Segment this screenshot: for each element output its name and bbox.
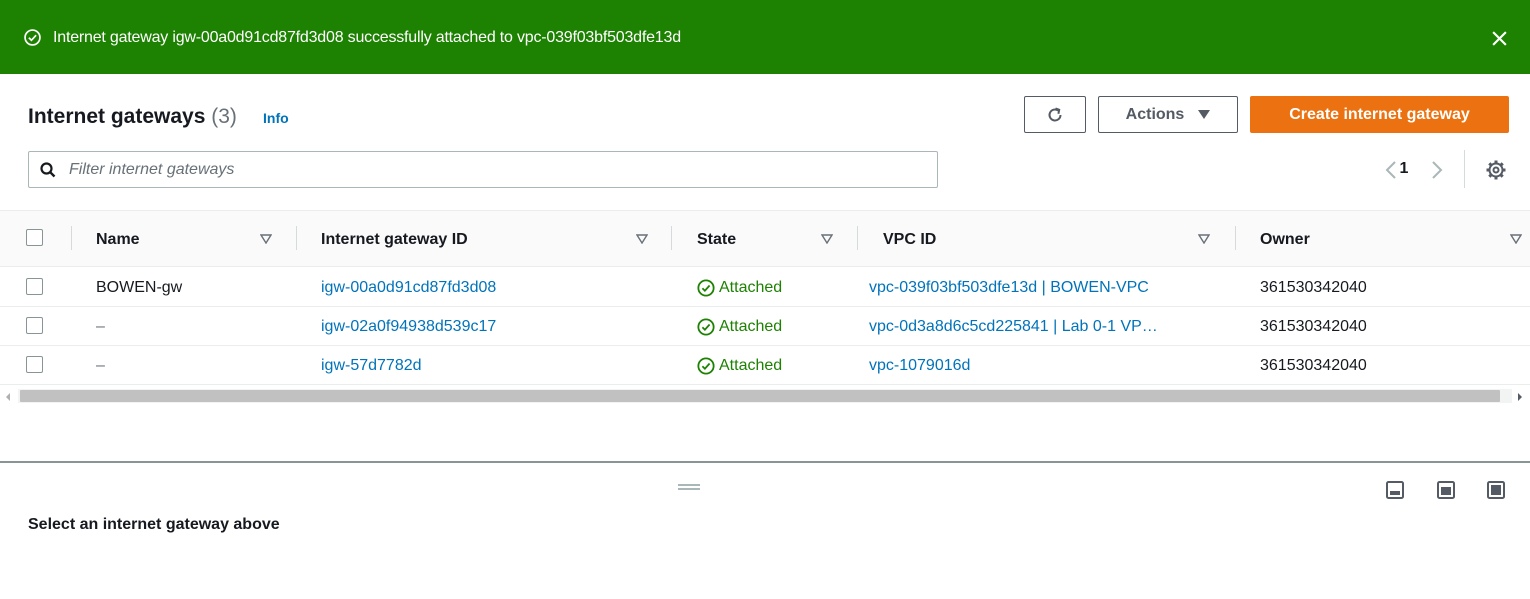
- flash-message: Internet gateway igw-00a0d91cd87fd3d08 s…: [53, 29, 681, 46]
- refresh-button[interactable]: [1024, 96, 1086, 133]
- column-header-name[interactable]: Name: [96, 230, 140, 250]
- refresh-icon: [1048, 107, 1062, 121]
- filter-search: [28, 151, 938, 188]
- cell-name: –: [96, 318, 105, 335]
- column-header-gateway-id[interactable]: Internet gateway ID: [321, 230, 468, 250]
- gear-icon[interactable]: [1485, 159, 1507, 181]
- column-divider: [1235, 226, 1236, 250]
- cell-vpc-id-link[interactable]: vpc-0d3a8d6c5cd225841 | Lab 0-1 VP…: [869, 317, 1158, 337]
- cell-gateway-id-link[interactable]: igw-02a0f94938d539c17: [321, 317, 496, 337]
- cell-vpc-id-link[interactable]: vpc-1079016d: [869, 356, 970, 376]
- bottom-panel-layout-icon[interactable]: [1386, 481, 1404, 499]
- check-circle-icon: [697, 318, 715, 336]
- pager-divider: [1464, 150, 1465, 188]
- create-internet-gateway-button[interactable]: Create internet gateway: [1250, 96, 1509, 133]
- cell-name: BOWEN-gw: [96, 279, 183, 296]
- cell-owner: 361530342040: [1260, 279, 1367, 296]
- scroll-left-arrow-icon[interactable]: [6, 393, 10, 401]
- info-link[interactable]: Info: [263, 110, 289, 126]
- cell-vpc-id-link[interactable]: vpc-039f03bf503dfe13d | BOWEN-VPC: [869, 278, 1149, 298]
- actions-dropdown[interactable]: Actions: [1098, 96, 1238, 133]
- caret-down-icon: [1198, 110, 1211, 119]
- table-header: Name Internet gateway ID State VPC ID Ow…: [0, 211, 1530, 267]
- check-circle-icon: [24, 29, 41, 46]
- column-header-owner[interactable]: Owner: [1260, 230, 1310, 250]
- row-checkbox[interactable]: [26, 356, 43, 373]
- cell-owner: 361530342040: [1260, 357, 1367, 374]
- cell-gateway-id-link[interactable]: igw-00a0d91cd87fd3d08: [321, 278, 496, 298]
- row-checkbox[interactable]: [26, 278, 43, 295]
- state-label: Attached: [719, 279, 783, 296]
- sort-icon[interactable]: [1198, 234, 1210, 244]
- full-panel-layout-icon[interactable]: [1487, 481, 1505, 499]
- check-circle-icon: [697, 279, 715, 297]
- column-divider: [71, 226, 72, 250]
- split-panel-empty-message: Select an internet gateway above: [28, 516, 280, 533]
- scroll-right-arrow-icon[interactable]: [1518, 393, 1522, 401]
- page-title-text: Internet gateways: [28, 105, 206, 128]
- close-icon[interactable]: [1491, 30, 1508, 47]
- state-label: Attached: [719, 318, 783, 335]
- current-page-number[interactable]: 1: [1394, 160, 1414, 178]
- cell-owner: 361530342040: [1260, 318, 1367, 335]
- check-circle-icon: [697, 357, 715, 375]
- sort-icon[interactable]: [1510, 234, 1522, 244]
- table-row[interactable]: – igw-02a0f94938d539c17 Attached vpc-0d3…: [0, 307, 1530, 346]
- chevron-right-icon[interactable]: [1429, 158, 1445, 182]
- table-row[interactable]: BOWEN-gw igw-00a0d91cd87fd3d08 Attached …: [0, 268, 1530, 307]
- search-input[interactable]: [69, 152, 929, 187]
- column-divider: [857, 226, 858, 250]
- cell-name: –: [96, 357, 105, 374]
- sort-icon[interactable]: [821, 234, 833, 244]
- row-checkbox[interactable]: [26, 317, 43, 334]
- column-divider: [671, 226, 672, 250]
- side-panel-layout-icon[interactable]: [1437, 481, 1455, 499]
- horizontal-scrollbar[interactable]: [0, 386, 1530, 406]
- item-count: (3): [211, 105, 237, 128]
- sort-icon[interactable]: [636, 234, 648, 244]
- cell-gateway-id-link[interactable]: igw-57d7782d: [321, 356, 422, 376]
- cell-state: Attached: [697, 356, 782, 376]
- column-header-state[interactable]: State: [697, 230, 736, 250]
- column-header-vpc-id[interactable]: VPC ID: [883, 230, 936, 250]
- split-panel-divider: [0, 461, 1530, 463]
- actions-label: Actions: [1125, 105, 1185, 123]
- page-title: Internet gateways (3): [28, 104, 237, 130]
- cell-state: Attached: [697, 278, 782, 298]
- state-label: Attached: [719, 357, 783, 374]
- resize-handle-icon[interactable]: [678, 484, 700, 490]
- select-all-checkbox[interactable]: [26, 229, 43, 246]
- table-row[interactable]: – igw-57d7782d Attached vpc-1079016d 361…: [0, 346, 1530, 385]
- column-divider: [296, 226, 297, 250]
- cell-state: Attached: [697, 317, 782, 337]
- success-flash-banner: Internet gateway igw-00a0d91cd87fd3d08 s…: [0, 0, 1530, 74]
- sort-icon[interactable]: [260, 234, 272, 244]
- scrollbar-thumb[interactable]: [20, 390, 1500, 402]
- search-icon: [40, 162, 56, 178]
